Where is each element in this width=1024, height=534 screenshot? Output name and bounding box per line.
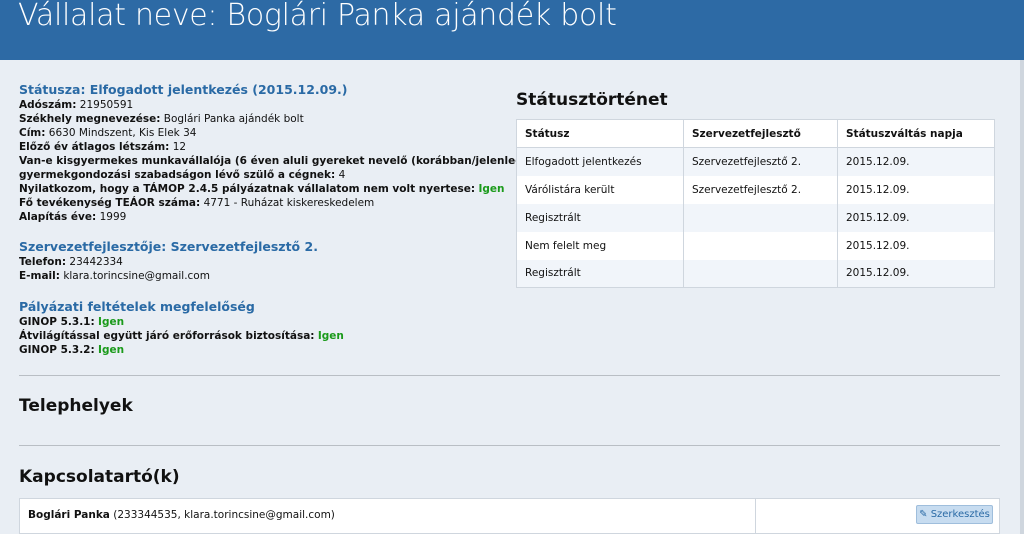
page-title: Vállalat neve: Boglári Panka ajándék bol…: [18, 0, 617, 33]
detail-row-founded: Alapítás éve: 1999: [19, 211, 127, 223]
table-cell: Regisztrált: [516, 259, 684, 288]
table-row: Várólistára került Szervezetfejlesztő 2.…: [516, 175, 995, 204]
detail-row-tamop-declaration: Nyilatkozom, hogy a TÁMOP 2.4.5 pályázat…: [19, 183, 505, 195]
column-header-consultant: Szervezetfejlesztő: [683, 119, 838, 148]
table-cell: 2015.12.09.: [837, 203, 995, 232]
detail-row-headcount: Előző év átlagos létszám: 12: [19, 141, 187, 153]
status-history-table: Státusz Szervezetfejlesztő Státuszváltás…: [516, 119, 995, 288]
divider: [19, 375, 1000, 376]
contact-name: Boglári Panka: [28, 509, 110, 521]
contact-info: Boglári Panka (233344535, klara.torincsi…: [28, 509, 335, 521]
conditions-title: Pályázati feltételek megfelelőség: [19, 299, 255, 314]
consultant-phone: Telefon: 23442334: [19, 256, 123, 268]
table-cell: Regisztrált: [516, 203, 684, 232]
detail-row-tax-id: Adószám: 21950591: [19, 99, 134, 111]
table-cell: 2015.12.09.: [837, 175, 995, 204]
table-row: Regisztrált 2015.12.09.: [516, 259, 995, 288]
table-cell: Elfogadott jelentkezés: [516, 147, 684, 176]
column-header-date: Státuszváltás napja: [837, 119, 995, 148]
table-cell: 2015.12.09.: [837, 259, 995, 288]
table-cell: Szervezetfejlesztő 2.: [683, 147, 838, 176]
table-row: Regisztrált 2015.12.09.: [516, 203, 995, 232]
column-header-status: Státusz: [516, 119, 684, 148]
table-cell: [683, 203, 838, 232]
contact-row: Boglári Panka (233344535, klara.torincsi…: [19, 498, 1000, 534]
scrollbar[interactable]: [1020, 60, 1024, 534]
consultant-email: E-mail: klara.torincsine@gmail.com: [19, 270, 210, 282]
divider: [19, 445, 1000, 446]
table-cell: 2015.12.09.: [837, 231, 995, 260]
status-title: Státusza: Elfogadott jelentkezés (2015.1…: [19, 82, 348, 97]
table-cell: [683, 259, 838, 288]
condition-resources: Átvilágítással együtt járó erőforrások b…: [19, 330, 344, 342]
contacts-title: Kapcsolatartó(k): [19, 467, 180, 487]
detail-row-parental-leave: gyermekgondozási szabadságon lévő szülő …: [19, 169, 346, 181]
condition-ginop-532: GINOP 5.3.2: Igen: [19, 344, 125, 356]
status-history-title: Státusztörténet: [516, 90, 668, 110]
company-details: Státusza: Elfogadott jelentkezés (2015.1…: [19, 82, 528, 357]
detail-row-address: Cím: 6630 Mindszent, Kis Elek 34: [19, 127, 197, 139]
table-cell: Nem felelt meg: [516, 231, 684, 260]
contact-details: (233344535, klara.torincsine@gmail.com): [113, 509, 335, 521]
detail-row-small-children-question: Van-e kisgyermekes munkavállalója (6 éve…: [19, 155, 528, 167]
detail-row-teaor: Fő tevékenység TEÁOR száma: 4771 - Ruház…: [19, 197, 375, 209]
table-cell: Szervezetfejlesztő 2.: [683, 175, 838, 204]
table-header-row: Státusz Szervezetfejlesztő Státuszváltás…: [516, 119, 995, 148]
consultant-title: Szervezetfejlesztője: Szervezetfejlesztő…: [19, 239, 318, 254]
divider: [755, 499, 756, 534]
condition-ginop-531: GINOP 5.3.1: Igen: [19, 316, 125, 328]
pencil-icon: ✎: [919, 509, 928, 520]
table-row: Elfogadott jelentkezés Szervezetfejleszt…: [516, 147, 995, 176]
table-cell: [683, 231, 838, 260]
table-row: Nem felelt meg 2015.12.09.: [516, 231, 995, 260]
detail-row-seat-name: Székhely megnevezése: Boglári Panka aján…: [19, 113, 304, 125]
edit-contact-button[interactable]: ✎ Szerkesztés: [916, 505, 993, 524]
table-cell: 2015.12.09.: [837, 147, 995, 176]
edit-button-label: Szerkesztés: [930, 509, 990, 520]
table-cell: Várólistára került: [516, 175, 684, 204]
page-header: Vállalat neve: Boglári Panka ajándék bol…: [0, 0, 1024, 60]
sites-title: Telephelyek: [19, 396, 133, 416]
